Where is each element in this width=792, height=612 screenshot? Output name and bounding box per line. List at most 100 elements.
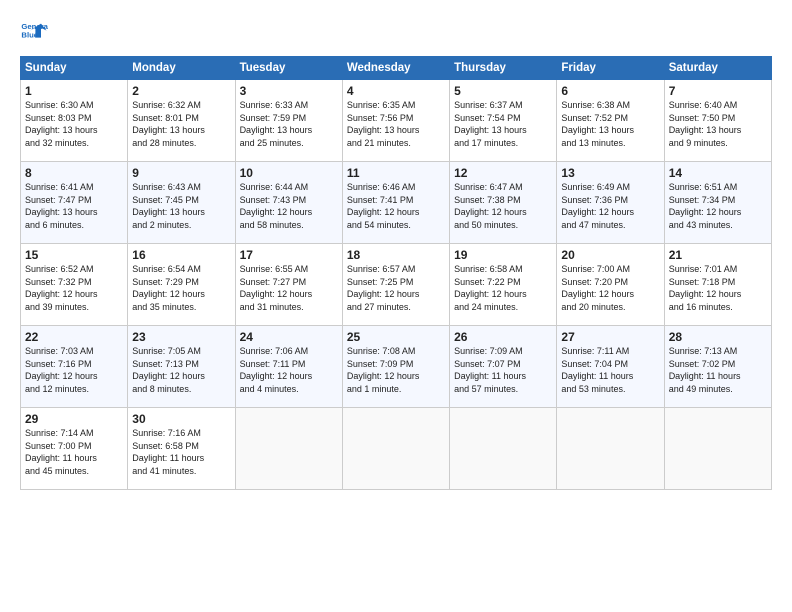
day-info: Sunrise: 6:47 AM Sunset: 7:38 PM Dayligh…: [454, 181, 552, 231]
day-info: Sunrise: 7:03 AM Sunset: 7:16 PM Dayligh…: [25, 345, 123, 395]
day-number: 1: [25, 84, 123, 98]
day-info: Sunrise: 7:01 AM Sunset: 7:18 PM Dayligh…: [669, 263, 767, 313]
day-number: 9: [132, 166, 230, 180]
calendar-cell: 22Sunrise: 7:03 AM Sunset: 7:16 PM Dayli…: [21, 326, 128, 408]
calendar-cell: 1Sunrise: 6:30 AM Sunset: 8:03 PM Daylig…: [21, 80, 128, 162]
day-of-week-tuesday: Tuesday: [235, 57, 342, 80]
day-number: 13: [561, 166, 659, 180]
day-number: 28: [669, 330, 767, 344]
day-info: Sunrise: 6:35 AM Sunset: 7:56 PM Dayligh…: [347, 99, 445, 149]
day-number: 19: [454, 248, 552, 262]
calendar-cell: 20Sunrise: 7:00 AM Sunset: 7:20 PM Dayli…: [557, 244, 664, 326]
day-info: Sunrise: 7:06 AM Sunset: 7:11 PM Dayligh…: [240, 345, 338, 395]
day-number: 17: [240, 248, 338, 262]
calendar-cell: 6Sunrise: 6:38 AM Sunset: 7:52 PM Daylig…: [557, 80, 664, 162]
day-of-week-saturday: Saturday: [664, 57, 771, 80]
calendar-cell: 17Sunrise: 6:55 AM Sunset: 7:27 PM Dayli…: [235, 244, 342, 326]
day-number: 5: [454, 84, 552, 98]
calendar-cell: 25Sunrise: 7:08 AM Sunset: 7:09 PM Dayli…: [342, 326, 449, 408]
calendar-cell: 9Sunrise: 6:43 AM Sunset: 7:45 PM Daylig…: [128, 162, 235, 244]
day-info: Sunrise: 7:09 AM Sunset: 7:07 PM Dayligh…: [454, 345, 552, 395]
day-number: 25: [347, 330, 445, 344]
day-info: Sunrise: 7:00 AM Sunset: 7:20 PM Dayligh…: [561, 263, 659, 313]
calendar-cell: 12Sunrise: 6:47 AM Sunset: 7:38 PM Dayli…: [450, 162, 557, 244]
day-of-week-friday: Friday: [557, 57, 664, 80]
day-info: Sunrise: 7:16 AM Sunset: 6:58 PM Dayligh…: [132, 427, 230, 477]
day-info: Sunrise: 7:13 AM Sunset: 7:02 PM Dayligh…: [669, 345, 767, 395]
day-of-week-thursday: Thursday: [450, 57, 557, 80]
logo-icon: General Blue: [20, 18, 48, 46]
calendar-cell: 29Sunrise: 7:14 AM Sunset: 7:00 PM Dayli…: [21, 408, 128, 490]
calendar-cell: 23Sunrise: 7:05 AM Sunset: 7:13 PM Dayli…: [128, 326, 235, 408]
day-of-week-sunday: Sunday: [21, 57, 128, 80]
calendar-cell: [342, 408, 449, 490]
day-number: 26: [454, 330, 552, 344]
day-number: 27: [561, 330, 659, 344]
calendar-cell: 28Sunrise: 7:13 AM Sunset: 7:02 PM Dayli…: [664, 326, 771, 408]
day-info: Sunrise: 6:46 AM Sunset: 7:41 PM Dayligh…: [347, 181, 445, 231]
calendar-cell: 11Sunrise: 6:46 AM Sunset: 7:41 PM Dayli…: [342, 162, 449, 244]
calendar-cell: 24Sunrise: 7:06 AM Sunset: 7:11 PM Dayli…: [235, 326, 342, 408]
day-number: 10: [240, 166, 338, 180]
day-info: Sunrise: 6:58 AM Sunset: 7:22 PM Dayligh…: [454, 263, 552, 313]
day-number: 24: [240, 330, 338, 344]
day-info: Sunrise: 6:38 AM Sunset: 7:52 PM Dayligh…: [561, 99, 659, 149]
svg-text:General: General: [21, 22, 48, 31]
calendar-body: 1Sunrise: 6:30 AM Sunset: 8:03 PM Daylig…: [21, 80, 772, 490]
day-number: 2: [132, 84, 230, 98]
calendar-cell: 7Sunrise: 6:40 AM Sunset: 7:50 PM Daylig…: [664, 80, 771, 162]
day-of-week-header-row: SundayMondayTuesdayWednesdayThursdayFrid…: [21, 57, 772, 80]
calendar-cell: 13Sunrise: 6:49 AM Sunset: 7:36 PM Dayli…: [557, 162, 664, 244]
day-number: 11: [347, 166, 445, 180]
week-row-5: 29Sunrise: 7:14 AM Sunset: 7:00 PM Dayli…: [21, 408, 772, 490]
calendar-cell: [664, 408, 771, 490]
day-number: 14: [669, 166, 767, 180]
day-info: Sunrise: 6:41 AM Sunset: 7:47 PM Dayligh…: [25, 181, 123, 231]
day-info: Sunrise: 6:40 AM Sunset: 7:50 PM Dayligh…: [669, 99, 767, 149]
calendar-cell: 16Sunrise: 6:54 AM Sunset: 7:29 PM Dayli…: [128, 244, 235, 326]
calendar-cell: 21Sunrise: 7:01 AM Sunset: 7:18 PM Dayli…: [664, 244, 771, 326]
day-info: Sunrise: 7:11 AM Sunset: 7:04 PM Dayligh…: [561, 345, 659, 395]
calendar-cell: [235, 408, 342, 490]
calendar-cell: 30Sunrise: 7:16 AM Sunset: 6:58 PM Dayli…: [128, 408, 235, 490]
calendar-cell: 26Sunrise: 7:09 AM Sunset: 7:07 PM Dayli…: [450, 326, 557, 408]
day-info: Sunrise: 6:57 AM Sunset: 7:25 PM Dayligh…: [347, 263, 445, 313]
week-row-3: 15Sunrise: 6:52 AM Sunset: 7:32 PM Dayli…: [21, 244, 772, 326]
day-number: 22: [25, 330, 123, 344]
day-info: Sunrise: 6:43 AM Sunset: 7:45 PM Dayligh…: [132, 181, 230, 231]
calendar-cell: 3Sunrise: 6:33 AM Sunset: 7:59 PM Daylig…: [235, 80, 342, 162]
calendar-cell: 18Sunrise: 6:57 AM Sunset: 7:25 PM Dayli…: [342, 244, 449, 326]
week-row-4: 22Sunrise: 7:03 AM Sunset: 7:16 PM Dayli…: [21, 326, 772, 408]
day-of-week-monday: Monday: [128, 57, 235, 80]
day-number: 29: [25, 412, 123, 426]
day-number: 30: [132, 412, 230, 426]
calendar-cell: 15Sunrise: 6:52 AM Sunset: 7:32 PM Dayli…: [21, 244, 128, 326]
day-info: Sunrise: 6:37 AM Sunset: 7:54 PM Dayligh…: [454, 99, 552, 149]
day-info: Sunrise: 6:30 AM Sunset: 8:03 PM Dayligh…: [25, 99, 123, 149]
day-number: 4: [347, 84, 445, 98]
calendar-table: SundayMondayTuesdayWednesdayThursdayFrid…: [20, 56, 772, 490]
logo: General Blue: [20, 18, 52, 46]
calendar-cell: 5Sunrise: 6:37 AM Sunset: 7:54 PM Daylig…: [450, 80, 557, 162]
day-number: 8: [25, 166, 123, 180]
calendar-cell: [450, 408, 557, 490]
calendar-cell: 27Sunrise: 7:11 AM Sunset: 7:04 PM Dayli…: [557, 326, 664, 408]
day-info: Sunrise: 6:32 AM Sunset: 8:01 PM Dayligh…: [132, 99, 230, 149]
calendar-cell: 14Sunrise: 6:51 AM Sunset: 7:34 PM Dayli…: [664, 162, 771, 244]
day-number: 23: [132, 330, 230, 344]
day-number: 21: [669, 248, 767, 262]
calendar-cell: 19Sunrise: 6:58 AM Sunset: 7:22 PM Dayli…: [450, 244, 557, 326]
calendar-cell: 4Sunrise: 6:35 AM Sunset: 7:56 PM Daylig…: [342, 80, 449, 162]
calendar-cell: [557, 408, 664, 490]
day-info: Sunrise: 6:54 AM Sunset: 7:29 PM Dayligh…: [132, 263, 230, 313]
day-info: Sunrise: 6:52 AM Sunset: 7:32 PM Dayligh…: [25, 263, 123, 313]
day-info: Sunrise: 6:51 AM Sunset: 7:34 PM Dayligh…: [669, 181, 767, 231]
day-number: 3: [240, 84, 338, 98]
page: General Blue SundayMondayTuesdayWednesda…: [0, 0, 792, 612]
day-number: 16: [132, 248, 230, 262]
calendar-cell: 8Sunrise: 6:41 AM Sunset: 7:47 PM Daylig…: [21, 162, 128, 244]
day-number: 7: [669, 84, 767, 98]
week-row-1: 1Sunrise: 6:30 AM Sunset: 8:03 PM Daylig…: [21, 80, 772, 162]
day-number: 12: [454, 166, 552, 180]
day-number: 20: [561, 248, 659, 262]
